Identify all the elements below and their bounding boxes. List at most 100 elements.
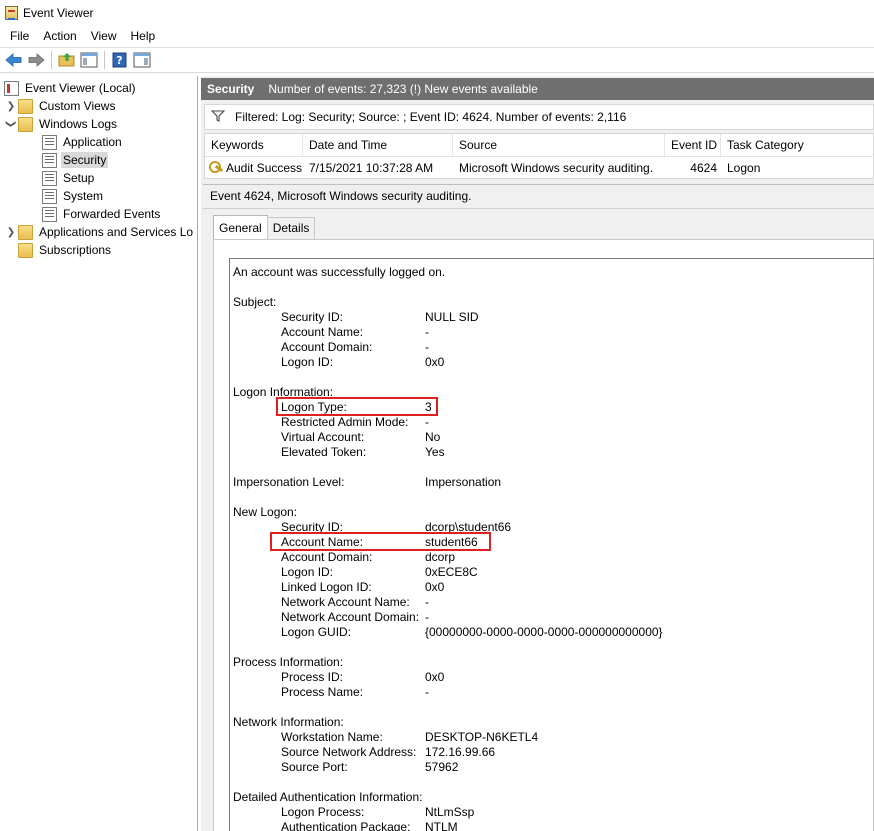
show-hide-action-pane-icon[interactable] [131,49,153,71]
tree-item-windows-logs[interactable]: ❯ Windows Logs [4,115,119,133]
message-field-label: New Logon: [233,505,298,519]
message-field-label: Logon ID: [281,565,334,579]
tab-details[interactable]: Details [266,217,316,239]
cell-keywords: Audit Success [205,158,303,178]
message-field-label: Account Domain: [281,340,373,354]
toolbar-separator [51,51,52,69]
tree-item-custom-views[interactable]: ❯ Custom Views [4,97,117,115]
tab-general[interactable]: General [213,215,268,239]
tree-item-application[interactable]: Application [42,133,124,151]
message-field-label: Workstation Name: [281,730,383,744]
event-message[interactable]: An account was successfully logged on. Su… [229,258,874,831]
back-arrow-icon[interactable] [3,49,25,71]
tree-item-security[interactable]: Security [42,151,109,169]
column-keywords[interactable]: Keywords [205,134,303,157]
cell-task-category: Logon [727,161,761,175]
message-field-value: No [425,430,441,444]
cell-date-and-time: 7/15/2021 10:37:28 AM [309,161,434,175]
message-field-label: Network Account Domain: [281,610,420,624]
show-hide-tree-icon[interactable] [78,49,100,71]
tree-item-label: Event Viewer (Local) [25,81,136,95]
log-pane: Security Number of events: 27,323 (!) Ne… [201,76,874,831]
log-icon [42,188,57,204]
grid-header: Keywords Date and Time Source Event ID T… [205,134,874,157]
tree-item-label: Custom Views [39,99,116,113]
column-event-id[interactable]: Event ID [665,134,721,157]
up-folder-icon[interactable] [56,49,78,71]
message-field-label: Impersonation Level: [233,475,345,489]
message-field-label: Process Name: [281,685,364,699]
menu-view[interactable]: View [84,27,124,45]
message-field-value: - [425,415,429,429]
message-field-label: Elevated Token: [281,445,367,459]
tree-item-label: System [63,189,104,203]
menu-action[interactable]: Action [36,27,83,45]
help-icon[interactable]: ? [109,49,131,71]
tree-item-forwarded-events[interactable]: Forwarded Events [42,205,162,223]
log-event-count: Number of events: 27,323 (!) New events … [268,82,538,96]
tree-item-system[interactable]: System [42,187,105,205]
message-field-label: Network Information: [233,715,344,729]
message-field-label: Process ID: [281,670,344,684]
tree-item-subscriptions[interactable]: Subscriptions [18,241,113,259]
cell-event-id: 4624 [690,161,717,175]
chevron-down-icon[interactable]: ❯ [4,117,18,131]
tree-item-event-viewer-local[interactable]: Event Viewer (Local) [4,79,138,97]
message-field-label: Source Port: [281,760,348,774]
chevron-right-icon[interactable]: ❯ [4,99,18,113]
column-source[interactable]: Source [453,134,665,157]
message-field-value: - [425,685,429,699]
events-grid: Keywords Date and Time Source Event ID T… [204,133,874,179]
filter-bar: Filtered: Log: Security; Source: ; Event… [204,104,874,130]
message-field-label: Restricted Admin Mode: [281,415,409,429]
title-bar: Event Viewer [0,0,874,26]
toolbar-separator [104,51,105,69]
event-viewer-app-icon [5,6,18,20]
message-field-value: Yes [425,445,445,459]
message-field-value: DESKTOP-N6KETL4 [425,730,539,744]
message-field-label: An account was successfully logged on. [233,265,446,279]
menu-bar: File Action View Help [0,26,874,46]
tree-item-label: Setup [63,171,95,185]
tree-item-label: Application [63,135,122,149]
tree-item-setup[interactable]: Setup [42,169,96,187]
message-field-value: {00000000-0000-0000-0000-000000000000} [425,625,663,639]
message-field-label: Logon Process: [281,805,365,819]
log-icon [42,152,57,168]
filter-description: Filtered: Log: Security; Source: ; Event… [235,110,627,124]
folder-icon [18,224,33,240]
forward-arrow-icon[interactable] [25,49,47,71]
message-field-value: - [425,340,429,354]
tree-item-applications-and-services[interactable]: ❯ Applications and Services Lo [4,223,195,241]
menu-help[interactable]: Help [124,27,163,45]
event-viewer-icon [4,80,19,96]
window-title: Event Viewer [23,6,94,20]
folder-icon [18,242,33,258]
table-row[interactable]: Audit Success 7/15/2021 10:37:28 AM Micr… [205,158,874,178]
tree-item-label: Windows Logs [39,117,118,131]
message-field-value: NULL SID [425,310,479,324]
chevron-right-icon[interactable]: ❯ [4,225,18,239]
svg-text:?: ? [116,54,122,67]
event-detail-title: Event 4624, Microsoft Windows security a… [210,189,472,203]
message-field-label: Linked Logon ID: [281,580,372,594]
message-field-value: 57962 [425,760,459,774]
message-field-value: - [425,325,429,339]
keywords-value: Audit Success [226,161,303,175]
log-header: Security Number of events: 27,323 (!) Ne… [201,78,874,100]
message-field-label: Security ID: [281,310,344,324]
log-name: Security [207,82,255,96]
message-field-value: 0x0 [425,670,445,684]
message-field-value: - [425,610,429,624]
message-field-value: 0x0 [425,580,445,594]
message-field-label: Source Network Address: [281,745,417,759]
message-field-value: 0x0 [425,355,445,369]
menu-file[interactable]: File [3,27,36,45]
column-date-and-time[interactable]: Date and Time [303,134,453,157]
message-field-label: Logon GUID: [281,625,352,639]
message-field-value: NtLmSsp [425,805,475,819]
message-field-label: Detailed Authentication Information: [233,790,423,804]
column-task-category[interactable]: Task Category [721,134,874,157]
message-field-value: 172.16.99.66 [425,745,496,759]
message-field-value: Impersonation [425,475,502,489]
